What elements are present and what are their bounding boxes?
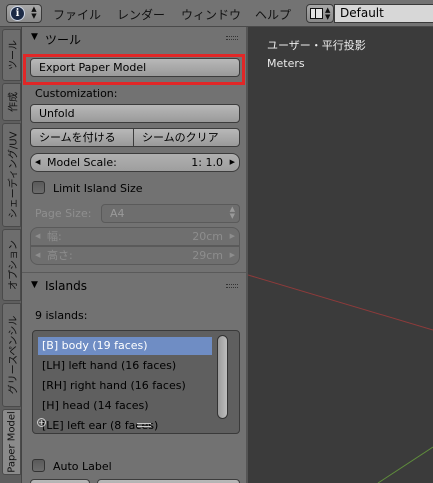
list-item[interactable]: [LH] left hand (16 faces): [38, 357, 212, 375]
menu-window[interactable]: ウィンドウ: [181, 6, 241, 23]
tools-section-header[interactable]: ▼ ツール: [22, 27, 246, 49]
height-field[interactable]: ◀ 高さ: 29cm ▶: [30, 246, 240, 265]
collapse-triangle-icon: ▼: [31, 280, 38, 290]
islands-list[interactable]: [B] body (19 faces) [LH] left hand (16 f…: [32, 330, 240, 434]
unfold-button[interactable]: Unfold: [30, 104, 240, 123]
add-icon[interactable]: +: [37, 418, 46, 427]
tool-panel: ▼ ツール Export Paper Model Customization: …: [22, 27, 246, 483]
decrement-arrow-icon[interactable]: ◀: [35, 247, 40, 264]
tab-tools[interactable]: ツール: [2, 29, 21, 81]
menu-help[interactable]: ヘルプ: [255, 6, 291, 23]
section-divider: [22, 272, 246, 273]
updown-arrows-icon: ▲ ▼: [31, 5, 37, 20]
list-scrollbar[interactable]: [217, 335, 228, 419]
tool-tab-strip: ツール 作成 シェーディング/UV オプション グリースペンシル Paper M…: [0, 27, 22, 483]
decrement-arrow-icon[interactable]: ◀: [35, 154, 40, 171]
clear-seam-button[interactable]: シームのクリア: [133, 128, 240, 147]
page-size-label: Page Size:: [35, 207, 92, 220]
tab-paper-model[interactable]: Paper Model: [2, 409, 21, 475]
list-item[interactable]: [LE] left ear (8 faces): [38, 417, 212, 431]
partial-select[interactable]: [97, 479, 240, 483]
highlight-box: [23, 54, 245, 85]
list-item[interactable]: [RH] right hand (16 faces): [38, 377, 212, 395]
mark-seam-button[interactable]: シームを付ける: [30, 128, 134, 147]
list-item[interactable]: [H] head (14 faces): [38, 397, 212, 415]
screen-layout-field[interactable]: Default: [334, 4, 433, 23]
drag-grip-icon[interactable]: [226, 36, 238, 40]
info-icon: i: [10, 6, 25, 21]
islands-count-label: 9 islands:: [35, 309, 88, 322]
increment-arrow-icon[interactable]: ▶: [230, 154, 235, 171]
header-bar: i ▲ ▼ ファイル レンダー ウィンドウ ヘルプ ▲ ▼ Default: [0, 0, 433, 27]
page-size-select[interactable]: A4 ▲ ▼: [101, 204, 240, 223]
customization-label: Customization:: [35, 87, 118, 100]
model-scale-field[interactable]: ◀ Model Scale: 1: 1.0 ▶: [30, 153, 240, 172]
list-resize-handle[interactable]: [137, 423, 151, 427]
decrement-arrow-icon[interactable]: ◀: [35, 228, 40, 245]
islands-section-header[interactable]: ▼ Islands: [22, 275, 246, 297]
screen-layout-button[interactable]: ▲ ▼: [306, 4, 334, 23]
layout-icon: [310, 8, 323, 19]
3d-viewport[interactable]: ユーザー・平行投影 Meters: [248, 27, 433, 483]
axis-lines: [248, 274, 433, 483]
tab-create[interactable]: 作成: [2, 83, 21, 121]
auto-label-label: Auto Label: [53, 460, 112, 473]
increment-arrow-icon[interactable]: ▶: [230, 247, 235, 264]
auto-label-checkbox[interactable]: [32, 459, 45, 472]
increment-arrow-icon[interactable]: ▶: [230, 228, 235, 245]
list-item[interactable]: [B] body (19 faces): [38, 337, 212, 355]
drag-grip-icon[interactable]: [226, 284, 238, 288]
updown-arrows-icon: ▲ ▼: [229, 205, 235, 220]
menu-render[interactable]: レンダー: [117, 6, 165, 23]
limit-island-label: Limit Island Size: [53, 182, 143, 195]
partial-button[interactable]: [30, 479, 90, 483]
tab-grease-pencil[interactable]: グリースペンシル: [2, 303, 21, 407]
editor-type-button[interactable]: i ▲ ▼: [6, 4, 42, 23]
tab-options[interactable]: オプション: [2, 229, 21, 301]
width-field[interactable]: ◀ 幅: 20cm ▶: [30, 227, 240, 246]
collapse-triangle-icon: ▼: [31, 32, 38, 42]
limit-island-checkbox[interactable]: [32, 181, 45, 194]
menu-file[interactable]: ファイル: [53, 6, 101, 23]
tab-shading-uv[interactable]: シェーディング/UV: [2, 123, 21, 227]
updown-arrows-icon: ▲ ▼: [325, 6, 331, 21]
